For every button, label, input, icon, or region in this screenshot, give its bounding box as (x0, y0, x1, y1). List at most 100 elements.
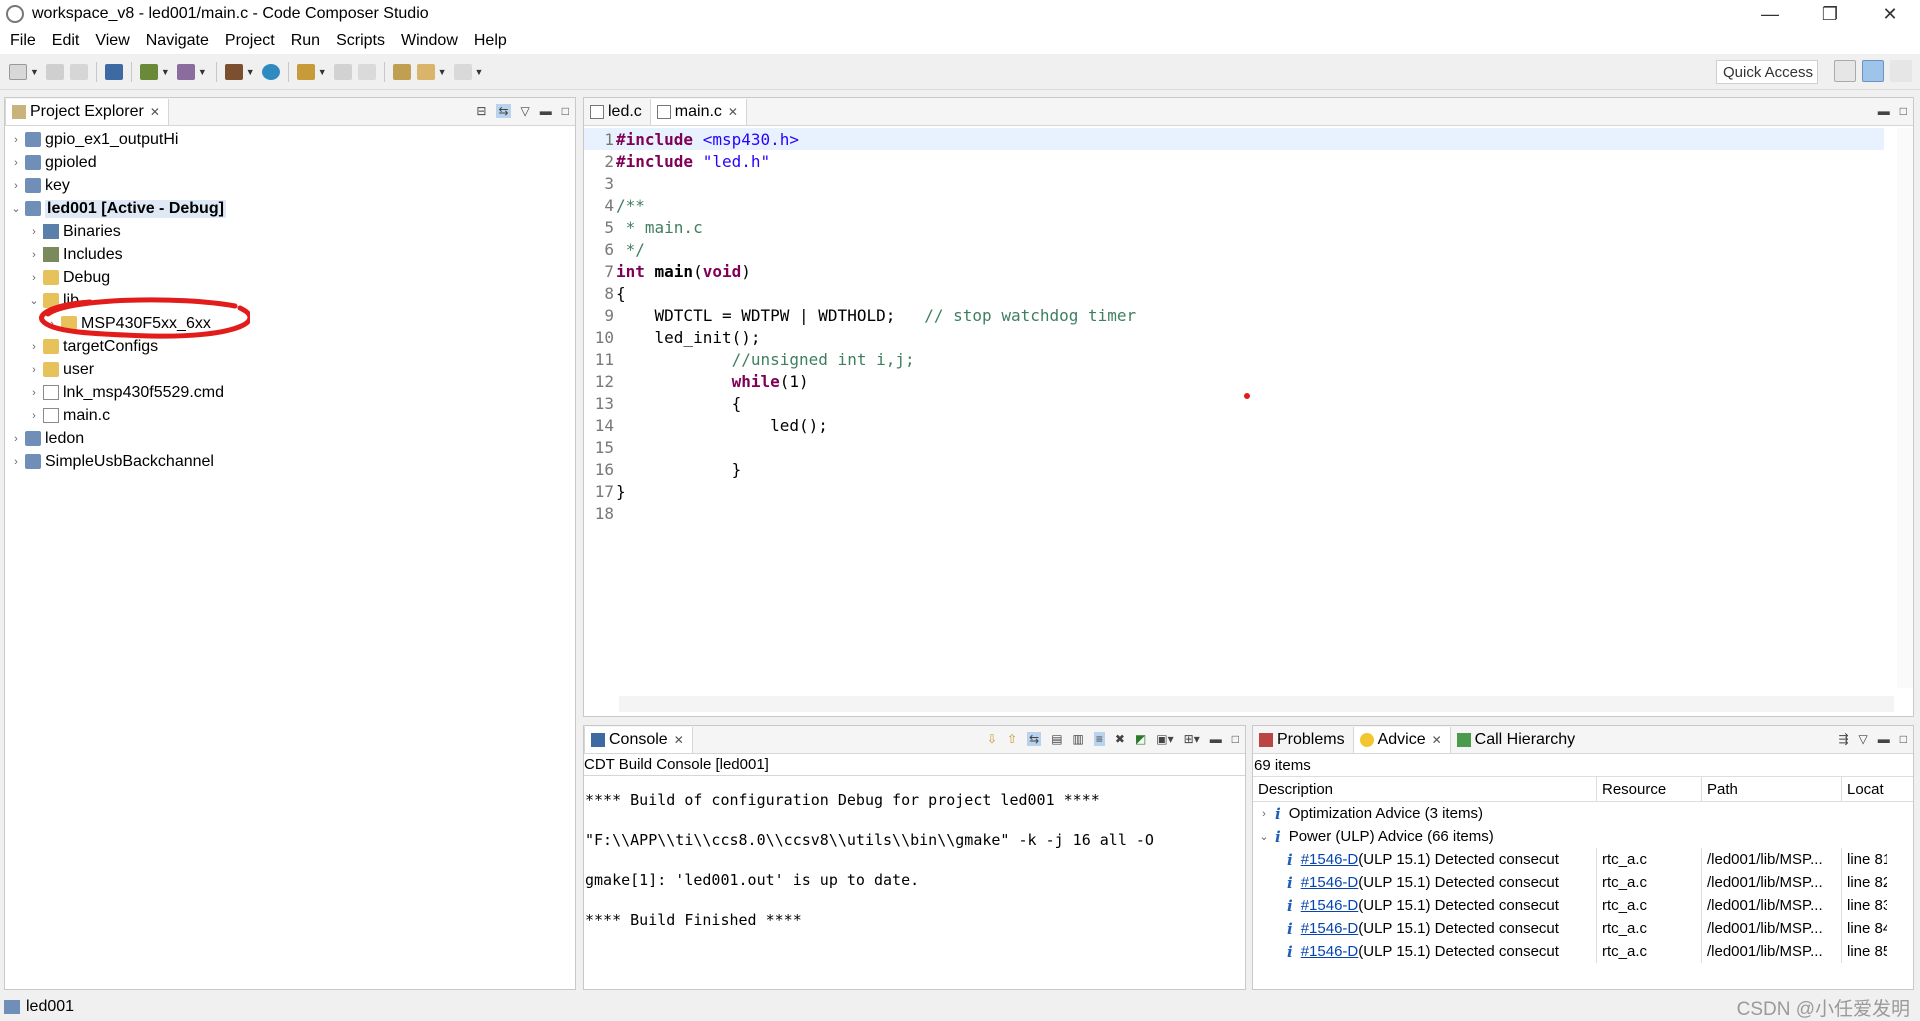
chevron-right-icon[interactable]: › (9, 180, 23, 192)
tab-led-c[interactable]: led.c (584, 99, 650, 125)
open-perspective-icon[interactable] (1834, 60, 1856, 82)
column-description[interactable]: Description (1253, 777, 1597, 801)
maximize-view-icon[interactable]: □ (1900, 732, 1907, 746)
menu-view[interactable]: View (87, 32, 137, 50)
close-icon[interactable]: ✕ (1432, 733, 1442, 747)
chevron-right-icon[interactable]: › (9, 433, 23, 445)
tab-problems[interactable]: Problems (1253, 727, 1353, 753)
view-menu-icon[interactable]: ▽ (1859, 732, 1868, 746)
vertical-scrollbar[interactable] (1897, 128, 1913, 688)
clear-console-icon[interactable]: ▤ (1051, 732, 1062, 746)
chevron-right-icon[interactable]: › (27, 410, 41, 422)
save-all-icon[interactable] (69, 63, 88, 80)
tab-project-explorer[interactable]: Project Explorer ✕ (5, 98, 169, 125)
tree-item[interactable]: › main.c (5, 404, 575, 427)
scroll-lock-icon[interactable]: ▥ (1073, 732, 1084, 746)
hammer-build-icon[interactable] (224, 63, 243, 80)
horizontal-scrollbar[interactable] (619, 696, 1894, 712)
menu-edit[interactable]: Edit (44, 32, 88, 50)
code-line[interactable]: 5 * main.c (584, 216, 1884, 238)
build-dropdown-icon[interactable]: ▼ (246, 67, 255, 77)
chevron-right-icon[interactable]: › (1257, 808, 1271, 820)
tree-item[interactable]: › gpio_ex1_outputHi (5, 128, 575, 151)
search-icon[interactable] (261, 63, 280, 80)
tree-item[interactable]: › key (5, 174, 575, 197)
column-path[interactable]: Path (1702, 777, 1842, 801)
advice-id-link[interactable]: #1546-D (1301, 920, 1359, 937)
tab-advice[interactable]: Advice ✕ (1352, 726, 1451, 753)
ccs-debug-perspective-icon[interactable] (1890, 60, 1912, 82)
code-line[interactable]: 11 //unsigned int i,j; (584, 348, 1884, 370)
table-row[interactable]: i #1546-D (ULP 15.1) Detected consecut rtc… (1253, 848, 1913, 871)
filter-icon[interactable]: ⇶ (1838, 732, 1848, 746)
scroll-down-icon[interactable]: ⇩ (987, 732, 997, 746)
code-line[interactable]: 12 while(1) (584, 370, 1884, 392)
tree-item[interactable]: › Debug (5, 266, 575, 289)
debug-dropdown-icon[interactable]: ▼ (198, 67, 207, 77)
code-line[interactable]: 6 */ (584, 238, 1884, 260)
advice-id-link[interactable]: #1546-D (1301, 851, 1359, 868)
chevron-right-icon[interactable]: › (27, 364, 41, 376)
word-wrap-icon[interactable]: ≡ (1093, 732, 1105, 746)
minimize-view-icon[interactable]: ▬ (540, 104, 552, 118)
ccs-edit-perspective-icon[interactable] (1862, 60, 1884, 82)
chevron-right-icon[interactable]: › (27, 387, 41, 399)
close-icon[interactable]: ✕ (728, 105, 738, 119)
menu-navigate[interactable]: Navigate (138, 32, 217, 50)
annotation-prev-icon[interactable] (333, 63, 352, 80)
code-line[interactable]: 8{ (584, 282, 1884, 304)
console-output[interactable]: **** Build of configuration Debug for pr… (584, 776, 1245, 940)
maximize-view-icon[interactable]: □ (562, 104, 569, 118)
new-icon[interactable] (9, 63, 27, 80)
tree-item[interactable]: › user (5, 358, 575, 381)
menu-run[interactable]: Run (283, 32, 328, 50)
code-line[interactable]: 17} (584, 480, 1884, 502)
forward-icon[interactable] (453, 63, 472, 80)
code-line[interactable]: 18 (584, 502, 1884, 524)
minimize-view-icon[interactable]: ▬ (1878, 104, 1890, 118)
minimize-view-icon[interactable]: ▬ (1210, 732, 1222, 746)
flash-dropdown-icon[interactable]: ▼ (318, 67, 327, 77)
link-editor-icon[interactable]: ⇆ (496, 104, 511, 118)
tab-console[interactable]: Console ✕ (584, 726, 693, 753)
new-dropdown-icon[interactable]: ▼ (30, 67, 39, 77)
code-line[interactable]: 9 WDTCTL = WDTPW | WDTHOLD; // stop watc… (584, 304, 1884, 326)
flash-icon[interactable] (296, 63, 315, 80)
close-icon[interactable]: ✕ (150, 105, 160, 119)
back-dropdown-icon[interactable]: ▼ (438, 67, 447, 77)
pin-console-icon[interactable]: ⇆ (1027, 732, 1042, 746)
table-row[interactable]: i #1546-D (ULP 15.1) Detected consecut rtc… (1253, 940, 1913, 963)
chevron-down-icon[interactable]: ⌄ (9, 202, 23, 215)
chevron-right-icon[interactable]: › (9, 157, 23, 169)
terminal-icon[interactable] (104, 63, 123, 80)
menu-window[interactable]: Window (393, 32, 466, 50)
menu-scripts[interactable]: Scripts (328, 32, 393, 50)
code-line[interactable]: 16 } (584, 458, 1884, 480)
last-edit-icon[interactable] (392, 63, 411, 80)
advice-group[interactable]: › i Optimization Advice (3 items) (1253, 802, 1913, 825)
chevron-right-icon[interactable]: › (9, 134, 23, 146)
maximize-button[interactable]: ❐ (1800, 0, 1860, 28)
collapse-all-icon[interactable]: ⊟ (476, 104, 486, 118)
tree-item[interactable]: › Includes (5, 243, 575, 266)
remove-console-icon[interactable]: ✖ (1115, 732, 1125, 746)
display-console-icon[interactable]: ▣▾ (1156, 732, 1173, 746)
tree-item[interactable]: › Binaries (5, 220, 575, 243)
code-line[interactable]: 14 led(); (584, 414, 1884, 436)
table-row[interactable]: i #1546-D (ULP 15.1) Detected consecut rtc… (1253, 871, 1913, 894)
advice-group[interactable]: ⌄ i Power (ULP) Advice (66 items) (1253, 825, 1913, 848)
table-row[interactable]: i #1546-D (ULP 15.1) Detected consecut rtc… (1253, 894, 1913, 917)
close-button[interactable]: ✕ (1860, 0, 1920, 28)
code-line[interactable]: 10 led_init(); (584, 326, 1884, 348)
code-line[interactable]: 7 int main(void) (584, 260, 1884, 282)
column-resource[interactable]: Resource (1597, 777, 1702, 801)
chevron-right-icon[interactable]: › (27, 272, 41, 284)
minimize-view-icon[interactable]: ▬ (1878, 732, 1890, 746)
minimize-button[interactable]: — (1740, 0, 1800, 28)
code-line[interactable]: 1 #include <msp430.h> (584, 128, 1884, 150)
tree-item[interactable]: ⌄ led001 [Active - Debug] (5, 197, 575, 220)
scroll-up-icon[interactable]: ⇧ (1007, 732, 1017, 746)
menu-file[interactable]: File (2, 32, 44, 50)
close-icon[interactable]: ✕ (674, 733, 684, 747)
code-line[interactable]: 15 (584, 436, 1884, 458)
